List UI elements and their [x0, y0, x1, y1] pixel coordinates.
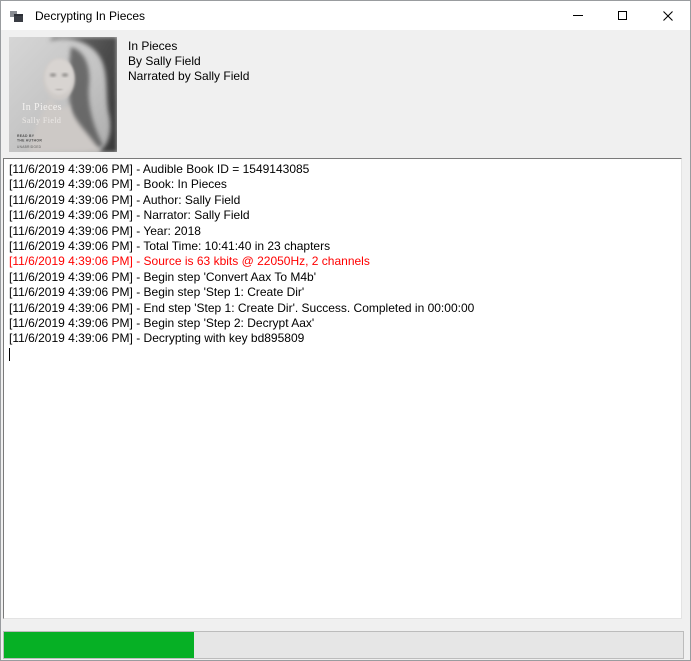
- log-line: [11/6/2019 4:39:06 PM] - Begin step 'Ste…: [9, 285, 676, 300]
- log-line: [11/6/2019 4:39:06 PM] - Source is 63 kb…: [9, 254, 676, 269]
- app-window: Decrypting In Pieces: [0, 0, 691, 661]
- close-icon: [663, 11, 673, 21]
- close-button[interactable]: [645, 1, 690, 30]
- log-line: [11/6/2019 4:39:06 PM] - End step 'Step …: [9, 301, 676, 316]
- minimize-button[interactable]: [555, 1, 600, 30]
- log-output[interactable]: [11/6/2019 4:39:06 PM] - Audible Book ID…: [3, 158, 682, 619]
- log-line: [11/6/2019 4:39:06 PM] - Book: In Pieces: [9, 177, 676, 192]
- book-info: In Pieces By Sally Field Narrated by Sal…: [128, 39, 249, 84]
- window-title: Decrypting In Pieces: [35, 9, 555, 23]
- minimize-icon: [573, 15, 583, 16]
- log-line: [11/6/2019 4:39:06 PM] - Audible Book ID…: [9, 162, 676, 177]
- progress-bar: [3, 631, 684, 659]
- log-line: [11/6/2019 4:39:06 PM] - Author: Sally F…: [9, 193, 676, 208]
- progress-bar-fill: [4, 632, 194, 658]
- maximize-button[interactable]: [600, 1, 645, 30]
- book-cover-image: In Pieces Sally Field READ BY THE AUTHOR…: [9, 37, 117, 152]
- log-line: [11/6/2019 4:39:06 PM] - Decrypting with…: [9, 331, 676, 346]
- app-icon: [9, 8, 25, 24]
- book-narrator: Narrated by Sally Field: [128, 69, 249, 84]
- cover-title-text: In Pieces: [22, 102, 62, 113]
- log-line: [11/6/2019 4:39:06 PM] - Begin step 'Ste…: [9, 316, 676, 331]
- cover-readby-line1: READ BY: [17, 134, 35, 138]
- log-lines: [11/6/2019 4:39:06 PM] - Audible Book ID…: [9, 162, 676, 347]
- log-line: [11/6/2019 4:39:06 PM] - Year: 2018: [9, 224, 676, 239]
- cover-readby-line2: THE AUTHOR: [17, 139, 42, 143]
- cover-edition-text: UNABRIDGED: [17, 145, 42, 149]
- text-caret: [9, 348, 10, 361]
- cover-author-text: Sally Field: [22, 116, 61, 125]
- book-author: By Sally Field: [128, 54, 249, 69]
- caption-buttons: [555, 1, 690, 30]
- log-line: [11/6/2019 4:39:06 PM] - Begin step 'Con…: [9, 270, 676, 285]
- log-line: [11/6/2019 4:39:06 PM] - Total Time: 10:…: [9, 239, 676, 254]
- book-title: In Pieces: [128, 39, 249, 54]
- title-bar[interactable]: Decrypting In Pieces: [1, 1, 690, 30]
- maximize-icon: [618, 11, 627, 20]
- log-line: [11/6/2019 4:39:06 PM] - Narrator: Sally…: [9, 208, 676, 223]
